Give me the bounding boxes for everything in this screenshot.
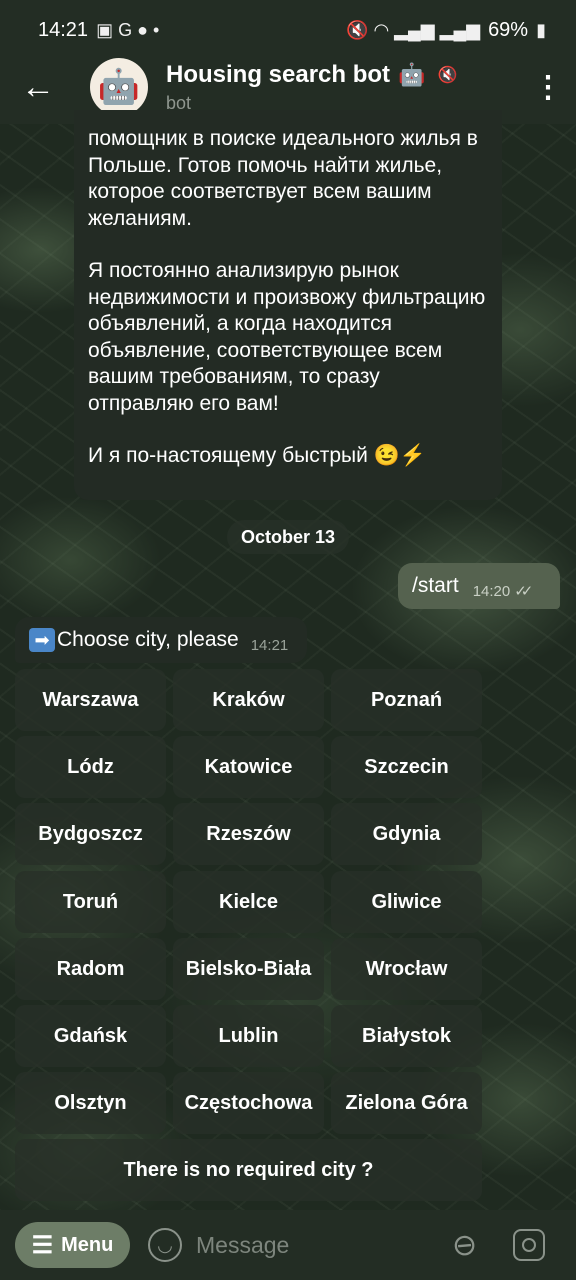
menu-button[interactable]: ☰ Menu (15, 1222, 130, 1268)
avatar[interactable]: 🤖 (90, 58, 148, 116)
keyboard-button-city[interactable]: Wrocław (331, 938, 482, 1000)
keyboard-button-city[interactable]: Zielona Góra (331, 1072, 482, 1134)
keyboard-button-city[interactable]: Częstochowa (173, 1072, 324, 1134)
read-ticks-icon: ✓✓ (514, 583, 533, 600)
keyboard-button-city[interactable]: Białystok (331, 1005, 482, 1067)
battery-icon: ▮ (536, 19, 546, 40)
mute-icon: 🔇 (437, 66, 458, 84)
hamburger-icon: ☰ (31, 1231, 54, 1259)
keyboard-button-city[interactable]: Kraków (173, 669, 324, 731)
keyboard-button-city[interactable]: Toruń (15, 871, 166, 933)
keyboard-button-city[interactable]: Katowice (173, 736, 324, 798)
keyboard-button-city[interactable]: Olsztyn (15, 1072, 166, 1134)
keyboard-button-city[interactable]: Rzeszów (173, 803, 324, 865)
keyboard-button-city[interactable]: Lódz (15, 736, 166, 798)
message-time: 14:20 (472, 582, 511, 600)
message-text: /start (412, 574, 459, 597)
keyboard-button-city[interactable]: Szczecin (331, 736, 482, 798)
signal-icons: 🔇 ◠ ▂▄▆ ▂▄▆ (346, 19, 481, 40)
keyboard-button-city[interactable]: Poznań (331, 669, 482, 731)
message-text: Choose city, please (57, 628, 239, 651)
keyboard-button-city[interactable]: Bielsko-Biała (173, 938, 324, 1000)
keyboard-button-city[interactable]: Kielce (173, 871, 324, 933)
status-time: 14:21 (38, 18, 89, 41)
bot-choose-message: ➡ Choose city, please 14:21 (15, 617, 307, 663)
keyboard-button-no-city[interactable]: There is no required city ? (15, 1139, 482, 1201)
message-paragraph: И я по-настоящему быстрый 😉⚡ (88, 444, 426, 467)
message-input[interactable] (196, 1231, 436, 1259)
robot-emoji-icon: 🤖 (398, 61, 426, 87)
message-paragraph: Я постоянно анализирую рынок недвижимост… (88, 259, 486, 415)
attach-icon[interactable]: ⊘ (444, 1224, 486, 1267)
emoji-icon[interactable]: ◡ (148, 1228, 182, 1262)
keyboard-button-city[interactable]: Gdańsk (15, 1005, 166, 1067)
more-options-icon[interactable]: ⋮ (520, 70, 576, 105)
keyboard-button-city[interactable]: Radom (15, 938, 166, 1000)
input-bar: ☰ Menu ◡ ⊘ (0, 1210, 576, 1280)
back-arrow-icon[interactable]: ← (0, 50, 76, 124)
keyboard-button-city[interactable]: Lublin (173, 1005, 324, 1067)
notification-icons: ▣ G ● • (96, 19, 160, 40)
keyboard-button-city[interactable]: Gdynia (331, 803, 482, 865)
user-start-message: /start 14:20 ✓✓ (398, 563, 560, 609)
camera-icon[interactable] (513, 1229, 546, 1261)
message-paragraph: помощник в поиске идеального жилья в Пол… (88, 127, 478, 230)
bot-intro-message: помощник в поиске идеального жилья в Пол… (74, 110, 502, 500)
date-separator: October 13 (227, 520, 349, 554)
battery-level: 69% (488, 18, 529, 41)
keyboard-button-city[interactable]: Gliwice (331, 871, 482, 933)
menu-label: Menu (61, 1233, 114, 1256)
right-arrow-icon: ➡ (29, 628, 55, 652)
chat-title: Housing search bot (166, 60, 391, 88)
chat-title-block[interactable]: Housing search bot 🤖 🔇 bot (166, 61, 457, 114)
keyboard-button-city[interactable]: Bydgoszcz (15, 803, 166, 865)
message-time: 14:21 (250, 636, 289, 654)
keyboard-button-city[interactable]: Warszawa (15, 669, 166, 731)
